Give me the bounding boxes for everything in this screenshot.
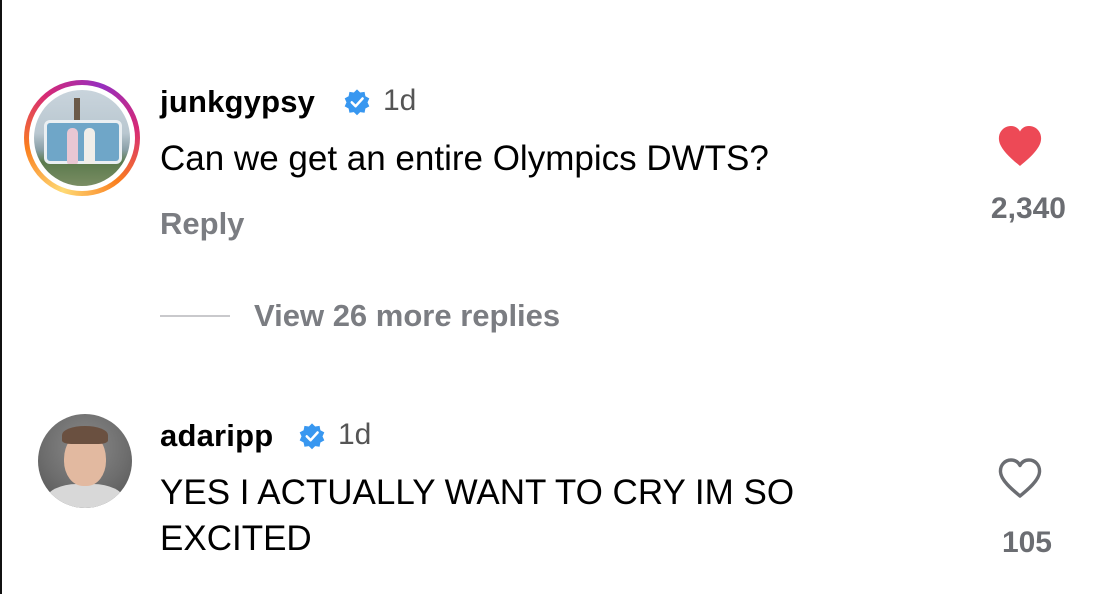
- heart-filled-icon[interactable]: [996, 124, 1044, 168]
- view-more-replies-button[interactable]: View 26 more replies: [160, 296, 560, 336]
- comments-page: junkgypsy 1d Can we get an entire Olympi…: [0, 0, 1101, 594]
- comment-username[interactable]: adaripp: [160, 418, 273, 454]
- comment-time: 1d: [338, 418, 372, 451]
- replies-divider-line: [160, 315, 230, 317]
- avatar-photo: [34, 90, 130, 186]
- verified-badge-icon: [299, 423, 325, 450]
- reply-button[interactable]: Reply: [160, 206, 244, 242]
- like-count: 2,340: [990, 192, 1066, 225]
- avatar[interactable]: [38, 414, 132, 508]
- comment-text: YES I ACTUALLY WANT TO CRY IM SO EXCITED: [160, 473, 795, 558]
- view-more-replies-label: View 26 more replies: [254, 298, 561, 333]
- comment-item: junkgypsy 1d Can we get an entire Olympi…: [0, 80, 1101, 280]
- verified-badge-icon: [344, 89, 370, 116]
- comment-item: adaripp 1d YES I ACTUALLY WANT TO CRY IM…: [0, 412, 1101, 572]
- like-count: 105: [1001, 526, 1052, 559]
- story-ring: [24, 80, 140, 196]
- comment-text: Can we get an entire Olympics DWTS?: [160, 139, 769, 178]
- avatar[interactable]: [24, 80, 140, 196]
- comment-username[interactable]: junkgypsy: [160, 84, 315, 120]
- heart-outline-icon[interactable]: [996, 456, 1044, 500]
- comment-time: 1d: [383, 84, 417, 117]
